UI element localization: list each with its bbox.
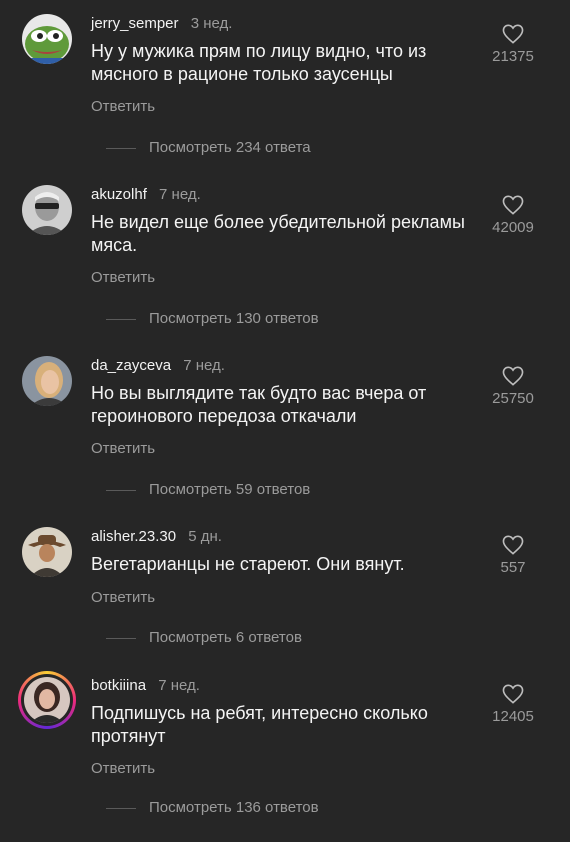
- comment-item: alisher.23.30 5 дн. Вегетарианцы не стар…: [0, 513, 570, 662]
- comment-meta: alisher.23.30 5 дн.: [91, 528, 222, 545]
- comment-meta: akuzolhf 7 нед.: [91, 186, 201, 203]
- divider-line: [106, 489, 136, 491]
- view-replies-button[interactable]: Посмотреть 59 ответов: [106, 481, 310, 498]
- view-replies-label: Посмотреть 130 ответов: [149, 310, 319, 327]
- avatar[interactable]: [22, 185, 72, 235]
- comment-meta: botkiiina 7 нед.: [91, 677, 200, 694]
- like-count: 557: [500, 559, 526, 576]
- view-replies-button[interactable]: Посмотреть 6 ответов: [106, 629, 302, 646]
- avatar[interactable]: [22, 14, 72, 64]
- divider-line: [106, 147, 136, 149]
- view-replies-label: Посмотреть 136 ответов: [149, 799, 319, 816]
- timestamp: 5 дн.: [188, 528, 222, 545]
- timestamp: 7 нед.: [158, 677, 200, 694]
- bw-portrait-avatar-icon: [22, 185, 72, 235]
- comment-text: Ну у мужика прям по лицу видно, что из м…: [91, 41, 427, 84]
- heart-icon[interactable]: [502, 24, 524, 44]
- comment-text: Но вы выглядите так будто вас вчера от г…: [91, 383, 427, 426]
- username[interactable]: alisher.23.30: [91, 528, 176, 545]
- like-control: 557: [478, 535, 548, 576]
- divider-line: [106, 637, 136, 639]
- username[interactable]: jerry_semper: [91, 15, 179, 32]
- comment-text: Вегетарианцы не стареют. Они вянут.: [91, 554, 405, 574]
- comment-item: da_zayceva 7 нед. Но вы выглядите так бу…: [0, 342, 570, 513]
- like-control: 21375: [478, 24, 548, 65]
- comment-text: Не видел еще более убедительной рекламы …: [91, 212, 465, 255]
- view-replies-button[interactable]: Посмотреть 136 ответов: [106, 799, 319, 816]
- timestamp: 7 нед.: [159, 186, 201, 203]
- like-count: 21375: [492, 48, 534, 65]
- username[interactable]: botkiiina: [91, 677, 146, 694]
- like-control: 25750: [478, 366, 548, 407]
- pepe-frog-avatar-icon: [22, 14, 72, 64]
- view-replies-label: Посмотреть 59 ответов: [149, 481, 311, 498]
- heart-icon[interactable]: [502, 366, 524, 386]
- view-replies-button[interactable]: Посмотреть 234 ответа: [106, 139, 311, 156]
- like-control: 42009: [478, 195, 548, 236]
- divider-line: [106, 807, 136, 809]
- like-count: 25750: [492, 390, 534, 407]
- avatar: [21, 674, 73, 726]
- comment-text: Подпишусь на ребят, интересно сколько пр…: [91, 703, 428, 746]
- avatar[interactable]: [22, 527, 72, 577]
- reply-button[interactable]: Ответить: [91, 440, 155, 457]
- heart-icon[interactable]: [502, 195, 524, 215]
- timestamp: 3 нед.: [190, 15, 233, 32]
- woman-portrait-avatar-icon: [24, 677, 70, 723]
- heart-icon[interactable]: [502, 684, 524, 704]
- like-control: 12405: [478, 684, 548, 725]
- timestamp: 7 нед.: [183, 357, 225, 374]
- comment-item: akuzolhf 7 нед. Не видел еще более убеди…: [0, 171, 570, 342]
- comment-item: botkiiina 7 нед. Подпишусь на ребят, инт…: [0, 662, 570, 833]
- reply-button[interactable]: Ответить: [91, 269, 155, 286]
- divider-line: [106, 318, 136, 320]
- username[interactable]: da_zayceva: [91, 357, 171, 374]
- comment-item: jerry_semper 3 нед. Ну у мужика прям по …: [0, 0, 570, 171]
- heart-icon[interactable]: [502, 535, 524, 555]
- like-count: 42009: [492, 219, 534, 236]
- comment-meta: jerry_semper 3 нед.: [91, 15, 232, 32]
- blonde-portrait-avatar-icon: [22, 356, 72, 406]
- reply-button[interactable]: Ответить: [91, 760, 155, 777]
- username[interactable]: akuzolhf: [91, 186, 147, 203]
- view-replies-button[interactable]: Посмотреть 130 ответов: [106, 310, 319, 327]
- reply-button[interactable]: Ответить: [91, 589, 155, 606]
- cowboy-portrait-avatar-icon: [22, 527, 72, 577]
- avatar[interactable]: [22, 356, 72, 406]
- view-replies-label: Посмотреть 6 ответов: [149, 629, 302, 646]
- view-replies-label: Посмотреть 234 ответа: [149, 139, 311, 156]
- avatar-story-ring[interactable]: [18, 671, 76, 729]
- comment-meta: da_zayceva 7 нед.: [91, 357, 225, 374]
- like-count: 12405: [492, 708, 534, 725]
- reply-button[interactable]: Ответить: [91, 98, 155, 115]
